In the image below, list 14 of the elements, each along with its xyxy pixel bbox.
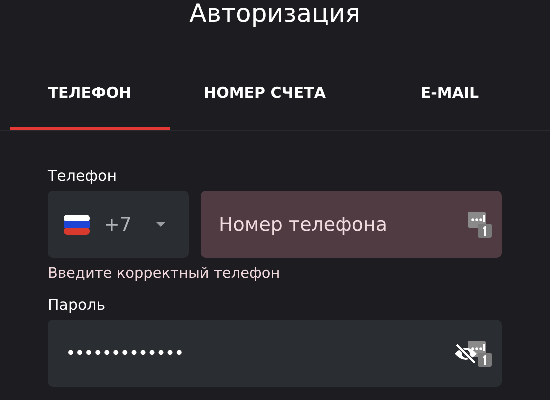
tab[interactable]: E-MAIL <box>360 78 540 130</box>
caret-icon <box>156 222 166 228</box>
password-manager-icon[interactable] <box>468 340 492 366</box>
tab[interactable]: ТЕЛЕФОН <box>10 78 170 130</box>
flag-icon <box>64 214 90 234</box>
password-manager-icon[interactable] <box>468 212 492 238</box>
field-label: Телефон <box>48 167 118 187</box>
phone-field[interactable]: Номер телефона <box>201 191 502 258</box>
tab[interactable]: НОМЕР СЧЕТА <box>170 78 360 130</box>
field-label: Пароль <box>48 296 107 316</box>
country-code-select[interactable]: +7 <box>48 191 189 258</box>
screen-title: Авторизация <box>188 0 362 30</box>
error-message: Введите корректный телефон <box>48 266 282 284</box>
password-field[interactable]: ••••••••••••• <box>48 320 502 387</box>
